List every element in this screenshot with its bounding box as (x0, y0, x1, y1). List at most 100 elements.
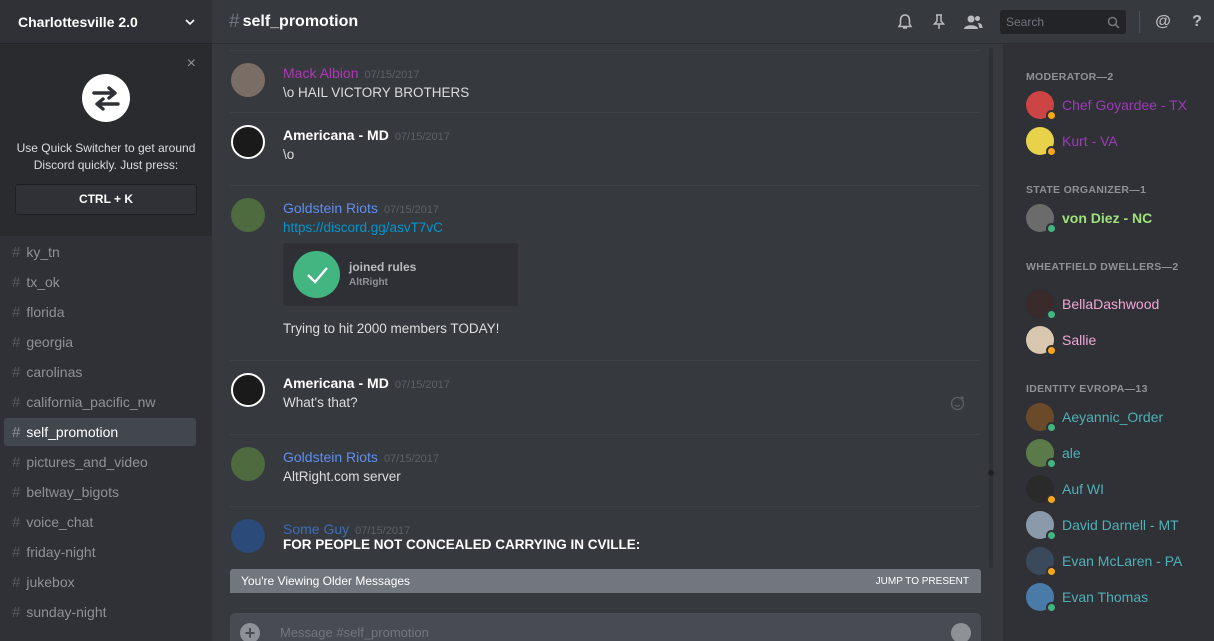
member-avatar (1026, 547, 1057, 577)
user-avatar[interactable] (231, 198, 265, 232)
message-text: FOR PEOPLE NOT CONCEALED CARRYING IN CVI… (283, 537, 641, 552)
bell-icon[interactable] (894, 11, 916, 33)
channel-item[interactable]: # california_pacific_nw (4, 388, 196, 416)
channel-name: pictures_and_video (26, 454, 148, 470)
channel-item[interactable]: # pictures_and_video (4, 448, 196, 476)
hash-icon: # (12, 423, 21, 441)
message: Americana - MD 07/15/2017 \o (230, 112, 980, 184)
author-name[interactable]: Americana - MD (283, 127, 389, 143)
channel-item[interactable]: # self_promotion (4, 418, 196, 446)
channel-item[interactable]: # voice_chat (4, 508, 196, 536)
pin-icon[interactable] (928, 11, 950, 33)
server-header[interactable]: Charlottesville 2.0 (0, 0, 212, 44)
hash-icon: # (12, 603, 21, 621)
channel-name: georgia (26, 334, 74, 350)
embed-title: joined rules (349, 260, 417, 274)
member-name: Auf WI (1062, 481, 1105, 497)
members-icon[interactable] (962, 11, 984, 33)
author-name[interactable]: Mack Albion (283, 65, 358, 81)
channel-item[interactable]: # friday-night (4, 538, 196, 566)
author-name[interactable]: Americana - MD (283, 375, 389, 391)
member-item[interactable]: ale (1026, 437, 1081, 469)
emoji-picker-icon[interactable] (951, 623, 971, 641)
channel-name: sunday-night (26, 604, 107, 620)
channel-item[interactable]: # tx_ok (4, 268, 196, 296)
status-indicator (1046, 110, 1057, 121)
member-item[interactable]: Sallie (1026, 324, 1096, 356)
member-name: Chef Goyardee - TX (1062, 97, 1188, 113)
channel-item[interactable]: # georgia (4, 328, 196, 356)
help-icon[interactable]: ? (1186, 11, 1208, 33)
discord-window: Charlottesville 2.0 × Use Quick Switcher… (0, 0, 1214, 641)
member-avatar (1026, 326, 1057, 356)
channel-item[interactable]: # ky_tn (4, 238, 196, 266)
member-avatar (1026, 511, 1057, 541)
channel-item[interactable]: # beltway_bigots (4, 478, 196, 506)
channel-item[interactable]: # jukebox (4, 568, 196, 596)
search-icon (1107, 16, 1120, 29)
chevron-down-icon[interactable] (184, 16, 196, 28)
upload-plus-button[interactable]: + (240, 623, 260, 641)
member-list: MODERATOR—2 Chef Goyardee - TX Kurt - VA ST… (1003, 44, 1214, 641)
author-name[interactable]: Some Guy (283, 521, 349, 537)
channel-name: california_pacific_nw (26, 394, 156, 410)
user-avatar[interactable] (231, 373, 265, 407)
add-reaction-icon[interactable] (950, 395, 966, 416)
status-indicator (1046, 566, 1057, 577)
member-name: von Diez - NC (1062, 210, 1153, 226)
message-list: Mack Albion 07/15/2017 \o HAIL VICTORY BRO… (212, 44, 987, 568)
member-item[interactable]: Chef Goyardee - TX (1026, 89, 1187, 121)
older-messages-bar: You're Viewing Older Messages JUMP TO PR… (230, 569, 981, 593)
message-header: Americana - MD 07/15/2017 (283, 375, 450, 391)
message: Goldstein Riots 07/15/2017 AltRight.com se… (230, 434, 980, 506)
channel-item[interactable]: # sunday-night (4, 598, 196, 626)
member-item[interactable]: Kurt - VA (1026, 125, 1118, 157)
author-name[interactable]: Goldstein Riots (283, 449, 378, 465)
role-header: IDENTITY EVROPA—13 (1026, 383, 1148, 395)
member-name: Aeyannic_Order (1062, 409, 1164, 425)
message-text: \o HAIL VICTORY BROTHERS (283, 85, 470, 100)
channel-name: ky_tn (26, 244, 60, 260)
member-item[interactable]: Aeyannic_Order (1026, 401, 1163, 433)
status-indicator (1046, 602, 1057, 613)
member-name: Evan Thomas (1062, 589, 1149, 605)
member-item[interactable]: BellaDashwood (1026, 288, 1159, 320)
channel-item[interactable]: # florida (4, 298, 196, 326)
channel-item[interactable]: # carolinas (4, 358, 196, 386)
jump-to-present-button[interactable]: JUMP TO PRESENT (876, 576, 969, 587)
channel-name: jukebox (26, 574, 75, 590)
user-avatar[interactable] (231, 125, 265, 159)
message: Goldstein Riots 07/15/2017 https://discord… (230, 185, 980, 359)
member-item[interactable]: Auf WI (1026, 473, 1104, 505)
channel-name: self_promotion (26, 424, 119, 440)
member-item[interactable]: Evan McLaren - PA (1026, 545, 1182, 577)
message-header: Mack Albion 07/15/2017 (283, 65, 420, 81)
author-name[interactable]: Goldstein Riots (283, 200, 378, 216)
member-item[interactable]: Evan Thomas (1026, 581, 1148, 613)
message-text: Trying to hit 2000 members TODAY! (283, 321, 500, 336)
channel-sidebar: Charlottesville 2.0 × Use Quick Switcher… (0, 0, 212, 641)
message-text: \o (283, 147, 295, 162)
member-item[interactable]: David Darnell - MT (1026, 509, 1179, 541)
chat-header: # self_promotion Search @ ? (212, 0, 1214, 44)
scroll-thumb[interactable] (988, 470, 994, 476)
member-name: Sallie (1062, 332, 1097, 348)
message-scrollbar[interactable] (987, 48, 995, 568)
member-item[interactable]: von Diez - NC (1026, 202, 1152, 234)
message-input[interactable] (280, 622, 920, 641)
hash-icon: # (12, 543, 21, 561)
member-avatar (1026, 91, 1057, 121)
message: Americana - MD 07/15/2017 What's that? (230, 360, 980, 432)
user-avatar[interactable] (231, 519, 265, 553)
at-icon[interactable]: @ (1152, 11, 1174, 33)
user-avatar[interactable] (231, 447, 265, 481)
user-avatar[interactable] (231, 63, 265, 97)
member-avatar (1026, 290, 1057, 320)
search-input[interactable]: Search (1000, 10, 1126, 34)
embed-subtitle: AltRight (349, 277, 388, 288)
hash-icon: # (12, 243, 21, 261)
member-name: Evan McLaren - PA (1062, 553, 1183, 569)
close-icon[interactable]: × (187, 56, 196, 72)
role-header: WHEATFIELD DWELLERS—2 (1026, 261, 1179, 273)
message-link[interactable]: https://discord.gg/asvT7vC (283, 220, 443, 235)
